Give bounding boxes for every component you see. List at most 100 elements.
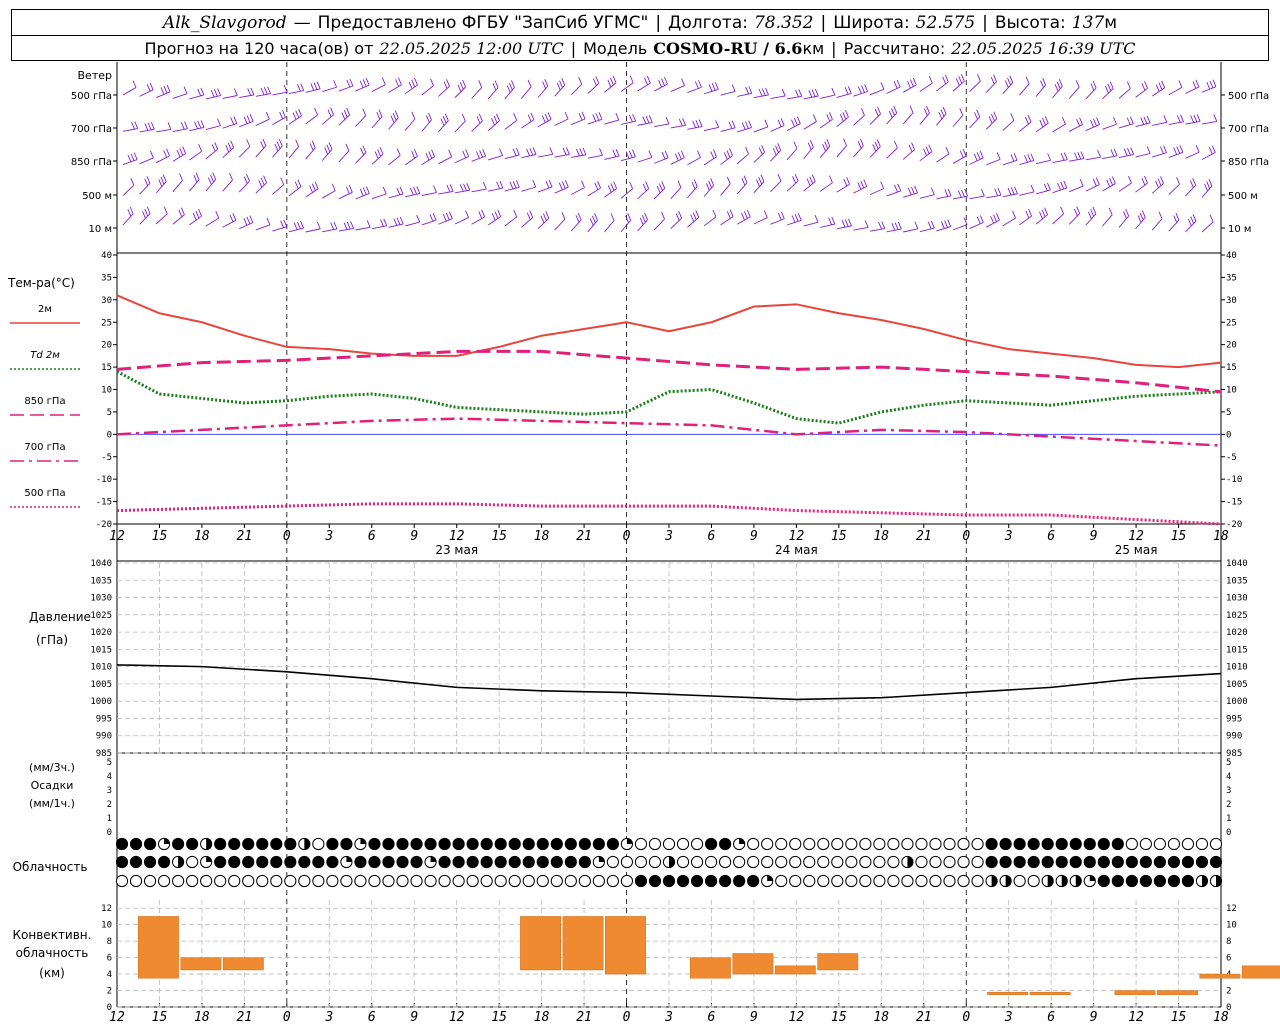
wind-barb-feather <box>741 122 746 130</box>
wind-barb-feather <box>1106 179 1111 188</box>
wind-barb <box>803 146 814 159</box>
wind-barb-feather <box>677 152 682 160</box>
wind-barb <box>122 213 134 226</box>
cloud-symbol <box>186 837 199 851</box>
wind-barb <box>836 183 850 193</box>
wind-barb <box>1102 123 1117 130</box>
wind-barb-feather <box>561 78 566 86</box>
cloud-symbol <box>368 855 381 869</box>
wind-barb <box>570 187 585 195</box>
wind-barb-feather <box>466 183 471 191</box>
wind-barb-feather <box>411 79 416 88</box>
wind-barb-feather <box>1014 186 1018 194</box>
pressure-tick-label: 1030 <box>1226 594 1248 604</box>
pressure-tick-label: 1035 <box>1226 576 1248 586</box>
wind-barb-feather <box>442 115 447 124</box>
cloud-symbol <box>676 855 690 869</box>
wind-barb-feather <box>1141 177 1146 186</box>
wind-barb-feather <box>413 187 418 195</box>
wind-barb <box>703 185 715 198</box>
cloud-symbol-half <box>669 856 675 868</box>
cloud-symbol <box>536 855 549 869</box>
cloud-symbol <box>452 855 465 869</box>
wind-barb-feather <box>463 183 467 191</box>
wind-barb <box>1118 182 1132 192</box>
wind-barb-feather <box>923 108 928 116</box>
wind-barb-feather <box>479 150 483 158</box>
wind-barb-feather <box>496 181 501 189</box>
cloud-symbol <box>522 837 535 851</box>
wind-barb-feather <box>243 176 248 184</box>
wind-barb-feather <box>1113 148 1118 156</box>
wind-barb-feather <box>396 217 401 225</box>
wind-barb-feather <box>812 114 817 122</box>
wind-barb-feather <box>780 211 785 219</box>
cloud-symbol <box>719 837 732 851</box>
wind-barb <box>886 228 902 233</box>
wind-barb-feather <box>731 84 736 92</box>
wind-barb-feather <box>1039 211 1043 220</box>
wind-barb-feather <box>1139 212 1144 221</box>
wind-barb-feather <box>980 188 985 197</box>
wind-barb-feather <box>698 119 703 127</box>
temp-tick-label: 5 <box>1226 408 1231 418</box>
wind-barb-feather <box>824 141 829 149</box>
wind-barb-feather <box>346 221 351 230</box>
cloud-symbol-half <box>991 875 998 887</box>
wind-barb <box>869 228 885 232</box>
cloud-symbol <box>719 874 732 888</box>
precip-tick-label: 0 <box>107 828 112 838</box>
cloud-symbol-quarter <box>767 875 773 881</box>
wind-barb-feather <box>760 174 765 182</box>
wind-barb <box>886 86 901 94</box>
wind-barb <box>853 226 869 231</box>
wind-barb-feather <box>166 148 170 157</box>
wind-barb-feather <box>311 183 316 191</box>
wind-barb-feather <box>130 178 135 186</box>
wind-barb-feather <box>274 143 279 152</box>
convective-tick-label: 12 <box>1226 904 1237 914</box>
cloud-symbol <box>1153 874 1166 888</box>
wind-barb-feather <box>1096 117 1100 125</box>
wind-barb-feather <box>861 85 865 93</box>
wind-barb-feather <box>476 116 481 124</box>
wind-barb-feather <box>1190 216 1195 224</box>
wind-barb-feather <box>246 139 251 147</box>
cloud-symbol <box>368 874 381 888</box>
wind-barb <box>272 145 283 158</box>
pressure-tick-label: 990 <box>1226 732 1242 742</box>
wind-barb-feather <box>465 210 469 218</box>
wind-barb-feather <box>459 184 464 192</box>
wind-barb-feather <box>794 173 799 182</box>
wind-barb-feather <box>197 88 202 96</box>
wind-barb <box>985 118 998 130</box>
cloud-symbol <box>564 837 577 851</box>
wind-barb-feather <box>515 180 520 188</box>
convective-unit: (км) <box>39 966 65 980</box>
wind-barb-feather <box>526 212 531 220</box>
convective-title: облачность <box>16 946 89 960</box>
wind-barb <box>338 114 350 126</box>
temp-legend-label: Td 2м <box>30 350 60 361</box>
cloud-symbol-quarter <box>598 856 605 862</box>
wind-barb-feather <box>293 222 298 230</box>
wind-barb-feather <box>229 214 234 223</box>
wind-barb <box>1035 159 1051 165</box>
wind-barb <box>239 94 255 98</box>
wind-barb-feather <box>990 216 995 224</box>
wind-barb-feather <box>877 106 881 115</box>
wind-barb <box>438 190 454 195</box>
wind-barb-feather <box>1073 208 1078 217</box>
wind-barb-feather <box>872 144 877 152</box>
pressure-tick-label: 1035 <box>90 576 112 586</box>
wind-barb-feather <box>1110 149 1115 157</box>
temp-tick-label: -15 <box>96 498 112 508</box>
hour-tick-label: 21 <box>576 1010 592 1024</box>
wind-barb <box>786 95 802 100</box>
wind-barb-feather <box>927 221 932 230</box>
wind-barb-feather <box>513 209 518 218</box>
pressure-tick-label: 1025 <box>1226 611 1248 621</box>
wind-barb <box>1069 158 1085 162</box>
wind-barb-feather <box>826 138 831 147</box>
wind-barb-feather <box>398 77 402 85</box>
